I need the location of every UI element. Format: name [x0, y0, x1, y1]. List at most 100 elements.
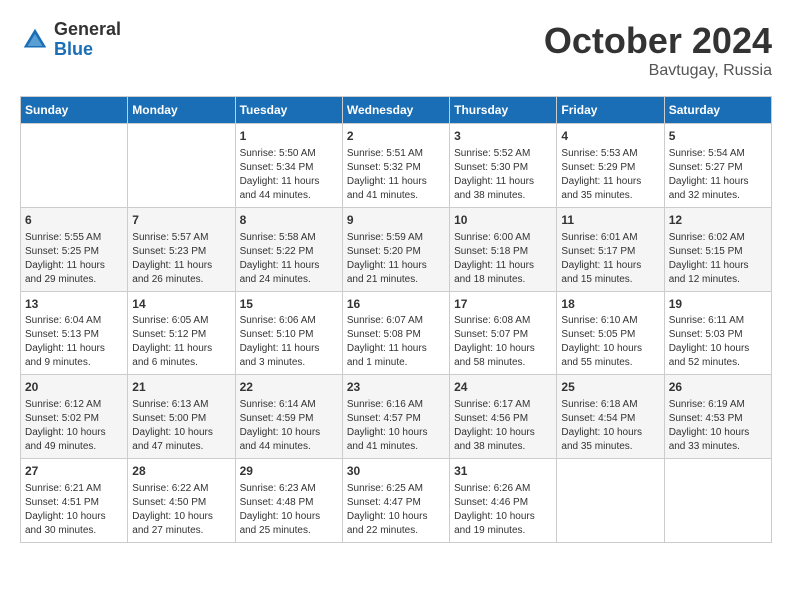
day-number: 16	[347, 296, 445, 313]
day-number: 30	[347, 463, 445, 480]
calendar-cell: 17Sunrise: 6:08 AM Sunset: 5:07 PM Dayli…	[450, 291, 557, 375]
day-info: Sunrise: 6:01 AM Sunset: 5:17 PM Dayligh…	[561, 231, 659, 287]
day-info: Sunrise: 6:17 AM Sunset: 4:56 PM Dayligh…	[454, 398, 552, 454]
day-number: 25	[561, 379, 659, 396]
calendar-cell: 20 Sunrise: 6:12 AM Sunset: 5:02 PM Dayli…	[21, 375, 128, 459]
calendar-cell: 5Sunrise: 5:54 AM Sunset: 5:27 PM Daylig…	[664, 124, 771, 208]
day-number: 20	[25, 379, 123, 396]
calendar-week-4: 20 Sunrise: 6:12 AM Sunset: 5:02 PM Dayli…	[21, 375, 772, 459]
day-info: Sunrise: 5:53 AM Sunset: 5:29 PM Dayligh…	[561, 147, 659, 203]
calendar-cell	[664, 459, 771, 543]
day-number: 15	[240, 296, 338, 313]
calendar-cell: 4 Sunrise: 5:53 AM Sunset: 5:29 PM Daylig…	[557, 124, 664, 208]
day-info: Sunrise: 6:23 AM Sunset: 4:48 PM Dayligh…	[240, 482, 338, 538]
day-info: Sunrise: 5:50 AM Sunset: 5:34 PM Dayligh…	[240, 147, 338, 203]
calendar-cell: 14Sunrise: 6:05 AM Sunset: 5:12 PM Dayli…	[128, 291, 235, 375]
calendar-table: SundayMondayTuesdayWednesdayThursdayFrid…	[20, 96, 772, 543]
calendar-cell: 7 Sunrise: 5:57 AM Sunset: 5:23 PM Daylig…	[128, 207, 235, 291]
day-number: 29	[240, 463, 338, 480]
day-info: Sunrise: 6:10 AM Sunset: 5:05 PM Dayligh…	[561, 314, 659, 370]
day-info: Sunrise: 6:08 AM Sunset: 5:07 PM Dayligh…	[454, 314, 552, 370]
day-info: Sunrise: 6:05 AM Sunset: 5:12 PM Dayligh…	[132, 314, 230, 370]
day-number: 9	[347, 212, 445, 229]
calendar-cell: 29 Sunrise: 6:23 AM Sunset: 4:48 PM Dayli…	[235, 459, 342, 543]
day-number: 18	[561, 296, 659, 313]
month-title: October 2024	[544, 20, 772, 62]
day-info: Sunrise: 5:58 AM Sunset: 5:22 PM Dayligh…	[240, 231, 338, 287]
weekday-row: SundayMondayTuesdayWednesdayThursdayFrid…	[21, 97, 772, 124]
day-number: 3	[454, 128, 552, 145]
day-info: Sunrise: 6:25 AM Sunset: 4:47 PM Dayligh…	[347, 482, 445, 538]
day-info: Sunrise: 6:16 AM Sunset: 4:57 PM Dayligh…	[347, 398, 445, 454]
day-info: Sunrise: 5:57 AM Sunset: 5:23 PM Dayligh…	[132, 231, 230, 287]
day-number: 10	[454, 212, 552, 229]
location-title: Bavtugay, Russia	[544, 62, 772, 80]
day-number: 23	[347, 379, 445, 396]
day-number: 19	[669, 296, 767, 313]
weekday-header-wednesday: Wednesday	[342, 97, 449, 124]
weekday-header-sunday: Sunday	[21, 97, 128, 124]
calendar-cell: 22Sunrise: 6:14 AM Sunset: 4:59 PM Dayli…	[235, 375, 342, 459]
day-info: Sunrise: 5:54 AM Sunset: 5:27 PM Dayligh…	[669, 147, 767, 203]
calendar-cell: 10 Sunrise: 6:00 AM Sunset: 5:18 PM Dayli…	[450, 207, 557, 291]
calendar-week-2: 6Sunrise: 5:55 AM Sunset: 5:25 PM Daylig…	[21, 207, 772, 291]
day-info: Sunrise: 6:06 AM Sunset: 5:10 PM Dayligh…	[240, 314, 338, 370]
day-number: 27	[25, 463, 123, 480]
day-info: Sunrise: 5:52 AM Sunset: 5:30 PM Dayligh…	[454, 147, 552, 203]
calendar-cell: 25 Sunrise: 6:18 AM Sunset: 4:54 PM Dayli…	[557, 375, 664, 459]
calendar-cell: 31Sunrise: 6:26 AM Sunset: 4:46 PM Dayli…	[450, 459, 557, 543]
day-number: 13	[25, 296, 123, 313]
calendar-cell: 27 Sunrise: 6:21 AM Sunset: 4:51 PM Dayli…	[21, 459, 128, 543]
day-number: 8	[240, 212, 338, 229]
calendar-cell: 30 Sunrise: 6:25 AM Sunset: 4:47 PM Dayli…	[342, 459, 449, 543]
weekday-header-saturday: Saturday	[664, 97, 771, 124]
page-header: General Blue October 2024 Bavtugay, Russ…	[20, 20, 772, 80]
weekday-header-friday: Friday	[557, 97, 664, 124]
calendar-cell: 23 Sunrise: 6:16 AM Sunset: 4:57 PM Dayli…	[342, 375, 449, 459]
logo: General Blue	[20, 20, 121, 60]
calendar-cell: 9 Sunrise: 5:59 AM Sunset: 5:20 PM Daylig…	[342, 207, 449, 291]
title-block: October 2024 Bavtugay, Russia	[544, 20, 772, 80]
calendar-body: 1Sunrise: 5:50 AM Sunset: 5:34 PM Daylig…	[21, 124, 772, 543]
calendar-header: SundayMondayTuesdayWednesdayThursdayFrid…	[21, 97, 772, 124]
calendar-week-3: 13Sunrise: 6:04 AM Sunset: 5:13 PM Dayli…	[21, 291, 772, 375]
day-number: 12	[669, 212, 767, 229]
calendar-week-5: 27 Sunrise: 6:21 AM Sunset: 4:51 PM Dayli…	[21, 459, 772, 543]
day-info: Sunrise: 6:00 AM Sunset: 5:18 PM Dayligh…	[454, 231, 552, 287]
day-number: 6	[25, 212, 123, 229]
day-info: Sunrise: 6:22 AM Sunset: 4:50 PM Dayligh…	[132, 482, 230, 538]
day-info: Sunrise: 5:51 AM Sunset: 5:32 PM Dayligh…	[347, 147, 445, 203]
weekday-header-monday: Monday	[128, 97, 235, 124]
day-number: 21	[132, 379, 230, 396]
calendar-cell: 15Sunrise: 6:06 AM Sunset: 5:10 PM Dayli…	[235, 291, 342, 375]
calendar-week-1: 1Sunrise: 5:50 AM Sunset: 5:34 PM Daylig…	[21, 124, 772, 208]
calendar-cell: 26 Sunrise: 6:19 AM Sunset: 4:53 PM Dayli…	[664, 375, 771, 459]
day-info: Sunrise: 6:13 AM Sunset: 5:00 PM Dayligh…	[132, 398, 230, 454]
calendar-cell: 21 Sunrise: 6:13 AM Sunset: 5:00 PM Dayli…	[128, 375, 235, 459]
day-info: Sunrise: 6:12 AM Sunset: 5:02 PM Dayligh…	[25, 398, 123, 454]
day-info: Sunrise: 6:14 AM Sunset: 4:59 PM Dayligh…	[240, 398, 338, 454]
day-number: 17	[454, 296, 552, 313]
calendar-cell: 16Sunrise: 6:07 AM Sunset: 5:08 PM Dayli…	[342, 291, 449, 375]
calendar-cell: 24 Sunrise: 6:17 AM Sunset: 4:56 PM Dayli…	[450, 375, 557, 459]
day-number: 24	[454, 379, 552, 396]
logo-icon	[20, 25, 50, 55]
day-number: 7	[132, 212, 230, 229]
day-number: 26	[669, 379, 767, 396]
day-info: Sunrise: 6:21 AM Sunset: 4:51 PM Dayligh…	[25, 482, 123, 538]
logo-blue-text: Blue	[54, 40, 121, 60]
calendar-cell	[128, 124, 235, 208]
calendar-cell: 19Sunrise: 6:11 AM Sunset: 5:03 PM Dayli…	[664, 291, 771, 375]
weekday-header-thursday: Thursday	[450, 97, 557, 124]
day-info: Sunrise: 6:19 AM Sunset: 4:53 PM Dayligh…	[669, 398, 767, 454]
calendar-cell	[557, 459, 664, 543]
day-number: 2	[347, 128, 445, 145]
calendar-cell: 28Sunrise: 6:22 AM Sunset: 4:50 PM Dayli…	[128, 459, 235, 543]
day-number: 4	[561, 128, 659, 145]
day-info: Sunrise: 6:11 AM Sunset: 5:03 PM Dayligh…	[669, 314, 767, 370]
day-info: Sunrise: 6:04 AM Sunset: 5:13 PM Dayligh…	[25, 314, 123, 370]
calendar-cell: 1Sunrise: 5:50 AM Sunset: 5:34 PM Daylig…	[235, 124, 342, 208]
calendar-cell	[21, 124, 128, 208]
day-info: Sunrise: 6:18 AM Sunset: 4:54 PM Dayligh…	[561, 398, 659, 454]
day-info: Sunrise: 5:59 AM Sunset: 5:20 PM Dayligh…	[347, 231, 445, 287]
